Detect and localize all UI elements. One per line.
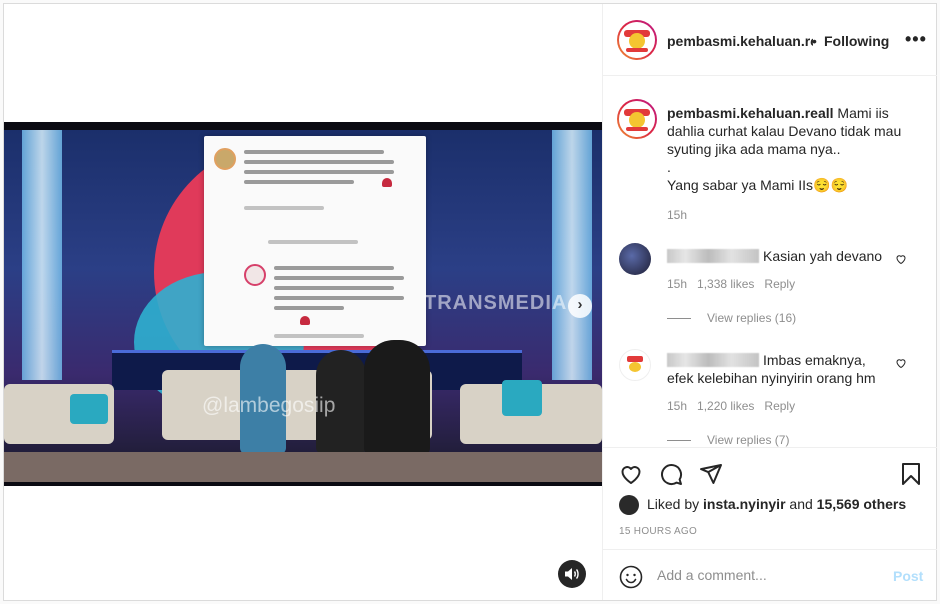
caption-line: dahlia curhat kalau Devano tidak mau	[667, 123, 902, 139]
comment-likes[interactable]: 1,338 likes	[697, 277, 754, 291]
caption-username[interactable]: pembasmi.kehaluan.reall	[667, 105, 834, 121]
comment-icon[interactable]	[659, 462, 683, 486]
comment-item: Imbas emaknya, efek kelebihan nyinyirin …	[667, 351, 907, 387]
view-replies-button[interactable]: View replies (16)	[667, 311, 796, 325]
comments-list[interactable]: pembasmi.kehaluan.reall Mami iis dahlia …	[603, 77, 937, 447]
liker-avatar[interactable]	[619, 495, 639, 515]
guest-person	[364, 340, 430, 456]
caption-time: 15h	[667, 208, 688, 222]
likes-count[interactable]: 15,569 others	[817, 496, 907, 512]
channel-watermark: TRANSMEDIA	[424, 292, 568, 314]
post-media: TRANSMEDIA @lambegosiip ›	[4, 4, 602, 600]
bookmark-icon[interactable]	[899, 462, 923, 486]
post-sidebar: pembasmi.kehaluan.rea • Following ••• pe…	[602, 4, 937, 600]
reply-button[interactable]: Reply	[764, 399, 795, 413]
sound-toggle-button[interactable]	[558, 560, 586, 588]
liker-username[interactable]: insta.nyinyir	[703, 496, 785, 512]
comment-meta: 15h 1,338 likes Reply	[667, 277, 796, 291]
following-button[interactable]: Following	[824, 33, 889, 49]
studio-floor	[4, 452, 602, 482]
post-caption: pembasmi.kehaluan.reall Mami iis dahlia …	[667, 104, 907, 194]
comment-item: Kasian yah devano	[667, 247, 907, 265]
paper-plane-icon[interactable]	[699, 462, 723, 486]
pillow	[70, 394, 108, 424]
pillow	[502, 380, 542, 416]
post-dialog: TRANSMEDIA @lambegosiip › pembasmi.kehal…	[3, 3, 937, 601]
separator-dot: •	[812, 33, 817, 49]
post-header: pembasmi.kehaluan.rea • Following •••	[603, 4, 937, 76]
post-comment-button[interactable]: Post	[893, 568, 923, 584]
next-slide-button[interactable]: ›	[568, 294, 592, 318]
heart-icon[interactable]	[895, 253, 907, 265]
author-username[interactable]: pembasmi.kehaluan.rea	[667, 33, 813, 49]
author-avatar[interactable]	[617, 20, 657, 60]
studio-pillar	[22, 130, 62, 380]
heart-icon[interactable]	[895, 357, 907, 369]
author-avatar[interactable]	[617, 99, 657, 139]
comment-meta: 15h 1,220 likes Reply	[667, 399, 796, 413]
chevron-right-icon: ›	[577, 296, 583, 313]
emoji-icon[interactable]	[619, 565, 643, 589]
heart-icon[interactable]	[619, 462, 643, 486]
comment-text: Kasian yah devano	[763, 248, 883, 264]
comment-likes[interactable]: 1,220 likes	[697, 399, 754, 413]
studio-pillar	[552, 130, 592, 380]
post-timestamp[interactable]: 15 HOURS AGO	[619, 526, 697, 537]
post-actions: Liked by insta.nyinyir and 15,569 others…	[603, 447, 937, 547]
caption-line: Yang sabar ya Mami IIs😌😌	[667, 177, 848, 193]
more-options-button[interactable]: •••	[905, 29, 927, 50]
video-player[interactable]: TRANSMEDIA @lambegosiip	[4, 122, 602, 486]
caption-line: Mami iis	[837, 105, 889, 121]
screen-instagram-comments	[204, 136, 426, 346]
add-comment-bar: Post	[603, 549, 937, 600]
account-watermark: @lambegosiip	[202, 394, 336, 417]
speaker-icon	[565, 568, 579, 580]
view-replies-button[interactable]: View replies (7)	[667, 433, 789, 447]
reply-button[interactable]: Reply	[764, 277, 795, 291]
likes-prefix: Liked by	[647, 496, 700, 512]
caption-line: .	[667, 159, 671, 175]
caption-line: syuting jika ada mama nya..	[667, 141, 841, 157]
likes-and: and	[789, 496, 813, 512]
commenter-avatar[interactable]	[619, 243, 651, 275]
blurred-username[interactable]	[667, 353, 759, 367]
blurred-username[interactable]	[667, 249, 759, 263]
comment-input[interactable]	[657, 562, 877, 588]
commenter-avatar[interactable]	[619, 349, 651, 381]
comment-text: efek kelebihan nyinyirin orang hm	[667, 370, 876, 386]
comment-text: Imbas emaknya,	[763, 352, 866, 368]
